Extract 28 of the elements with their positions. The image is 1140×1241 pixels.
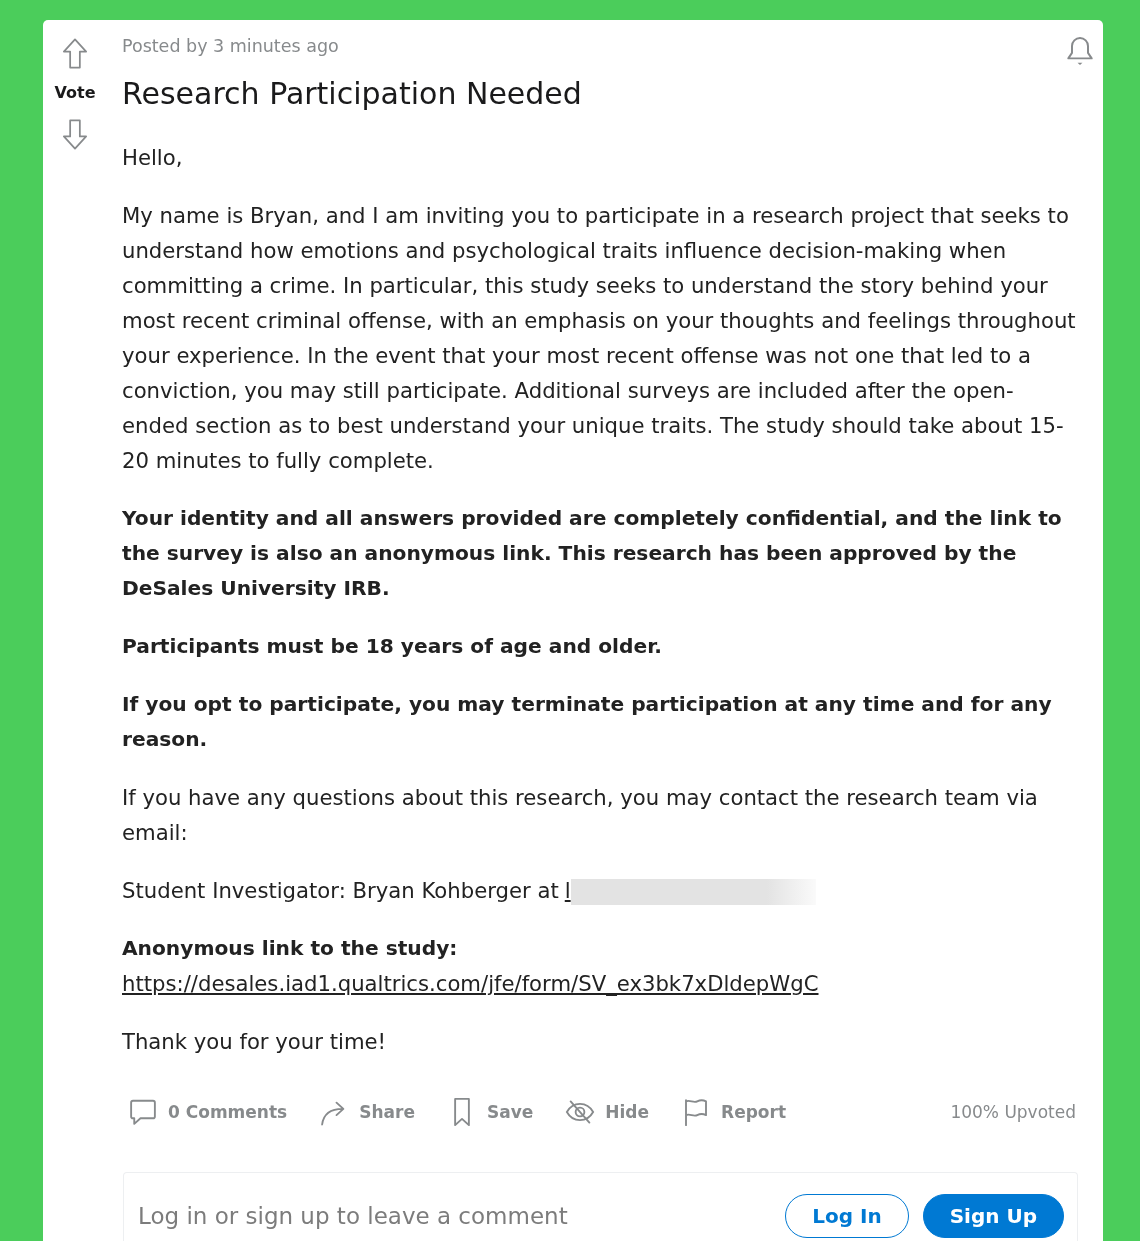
bold-paragraph: If you opt to participate, you may terminate participation at any time and for any reason. (122, 691, 1053, 753)
save-button[interactable]: Save (440, 1092, 540, 1132)
vote-label: Vote (54, 83, 96, 103)
comment-icon (128, 1097, 158, 1127)
down-arrow-icon[interactable] (62, 119, 88, 150)
sign-up-button[interactable]: Sign Up (922, 1194, 1064, 1238)
bold-paragraph: Your identity and all answers provided are completely confidential, and the link to the survey is also an anonymous link. This research has been approved by the DeSales University IRB. (122, 505, 1063, 602)
post-title: Research Participation Needed (122, 75, 583, 113)
upvote-ratio: 100% Upvoted (950, 1102, 1076, 1122)
study-link[interactable]: https://desales.iad1.qualtrics.com/jfe/form/SV_ex3bk7xDldepWgC (122, 966, 1076, 1001)
report-button[interactable]: Report (675, 1092, 793, 1132)
up-arrow-icon[interactable] (62, 38, 88, 69)
comments-button[interactable]: 0 Comments (122, 1092, 294, 1132)
bell-icon[interactable] (1065, 35, 1095, 67)
body-paragraph: If you have any questions about this research, you may contact the research team via email: (122, 784, 1039, 847)
log-in-button[interactable]: Log In (785, 1194, 909, 1238)
body-paragraph: My name is Bryan, and I am inviting you to participate in a research project that seeks to understand how emotions and psychological traits influence decision-making when committing a crime. In particular, this study seeks to understand the story behind your most recent criminal offense, with an emphasis on your thoughts and feelings throughout your experience. In the event that your most recent offense was not one that led to a conviction, you may still participate. Additional surveys are included after the open-ended section as to best understand your unique traits. The study should take about 15-20 minutes to fully complete. (122, 202, 1076, 475)
contact-text: Student Investigator: Bryan Kohberger at (122, 878, 559, 903)
share-button[interactable]: Share (313, 1092, 421, 1132)
hide-button[interactable]: Hide (559, 1092, 656, 1132)
bold-paragraph: Participants must be 18 years of age and older. (122, 633, 663, 660)
email-link[interactable]: l (564, 878, 571, 903)
comment-prompt: Log in or sign up to leave a comment (138, 1202, 568, 1231)
body-paragraph: Hello, (122, 144, 184, 172)
link-label: Anonymous link to the study: (122, 935, 459, 962)
eye-slash-icon (565, 1097, 596, 1127)
post-meta: Posted by 3 minutes ago (122, 35, 339, 58)
body-paragraph: Thank you for your time! (122, 1028, 388, 1056)
